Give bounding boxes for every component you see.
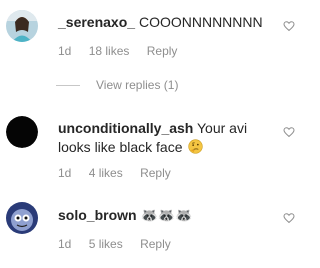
comment-likes[interactable]: 4 likes <box>89 166 123 180</box>
black-avatar-icon <box>6 116 38 148</box>
comment-time[interactable]: 1d <box>58 44 71 58</box>
thinking-face-icon <box>188 139 204 154</box>
reply-button[interactable]: Reply <box>140 166 171 180</box>
avatar[interactable] <box>6 202 38 234</box>
avatar[interactable] <box>6 10 38 42</box>
reply-button[interactable]: Reply <box>147 44 178 58</box>
replies-divider <box>56 85 80 87</box>
comment-username[interactable]: solo_brown <box>58 207 137 223</box>
heart-outline-icon[interactable] <box>283 126 295 138</box>
view-replies-button[interactable]: View replies (1) <box>56 78 178 92</box>
reply-button[interactable]: Reply <box>140 237 171 251</box>
comment-username[interactable]: _serenaxo_ <box>58 14 135 30</box>
user-photo-avatar-icon <box>6 10 38 42</box>
comment-text-line: solo_brown 🦝🦝🦝 <box>58 206 275 225</box>
comment-likes[interactable]: 5 likes <box>89 237 123 251</box>
avatar[interactable] <box>6 116 38 148</box>
comment-time[interactable]: 1d <box>58 166 71 180</box>
comment-meta: 1d 18 likes Reply <box>58 44 191 58</box>
comment-meta: 1d 5 likes Reply <box>58 237 185 251</box>
comment-username[interactable]: unconditionally_ash <box>58 120 193 136</box>
comment-meta: 1d 4 likes Reply <box>58 166 185 180</box>
heart-outline-icon[interactable] <box>283 212 295 224</box>
comment-likes[interactable]: 18 likes <box>89 44 130 58</box>
comment-text-line: _serenaxo_ COOONNNNNNNN <box>58 13 275 32</box>
cartoon-avatar-icon <box>6 202 38 234</box>
comment-text: 🦝🦝🦝 <box>140 207 193 223</box>
comment-time[interactable]: 1d <box>58 237 71 251</box>
heart-outline-icon[interactable] <box>283 20 295 32</box>
comment-text: COOONNNNNNNN <box>138 14 263 30</box>
view-replies-label: View replies (1) <box>96 78 179 92</box>
comment-text-line: unconditionally_ash Your avi looks like … <box>58 119 275 157</box>
